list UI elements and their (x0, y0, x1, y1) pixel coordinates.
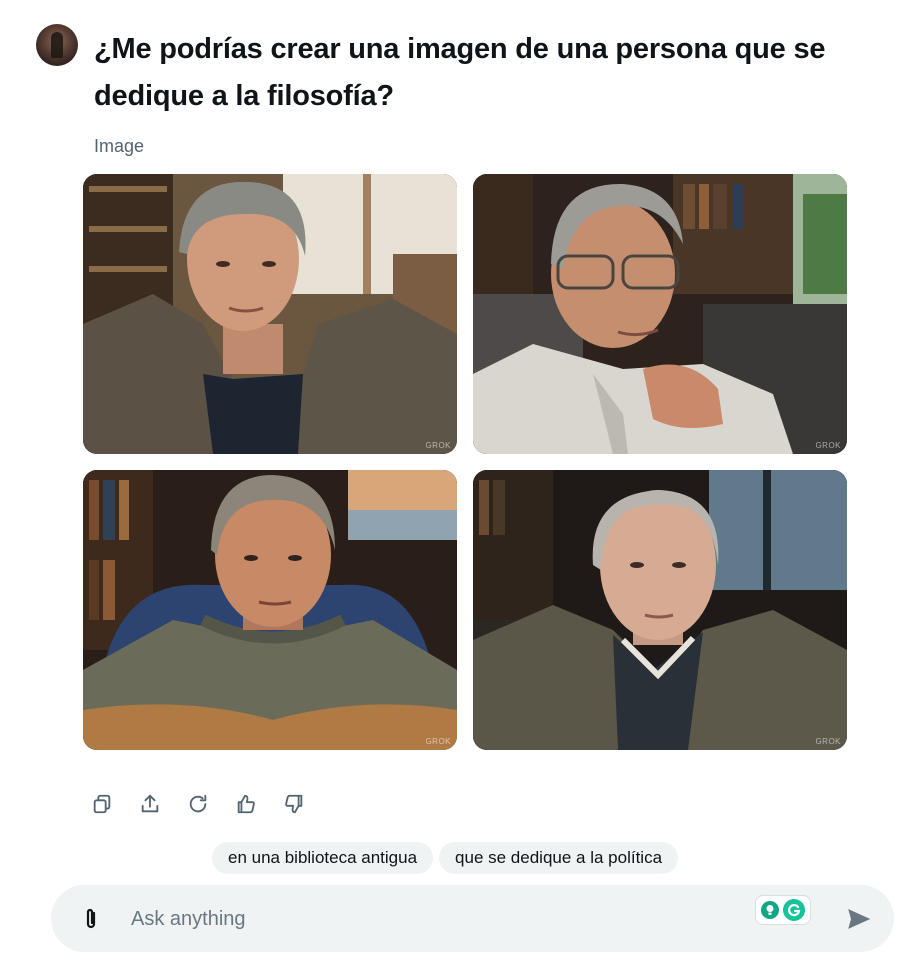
result-type-label: Image (94, 136, 145, 156)
thumbs-up-icon (237, 794, 255, 814)
copy-icon (93, 794, 111, 814)
grok-watermark-2: GROK (815, 441, 841, 450)
message-composer (51, 885, 894, 952)
attach-button[interactable] (79, 905, 103, 933)
user-avatar[interactable] (36, 24, 78, 66)
like-button[interactable] (234, 790, 258, 818)
chat-page: ¿Me podrías crear una imagen de una pers… (0, 0, 914, 964)
generated-image-1[interactable]: GROK (83, 174, 457, 454)
extension-badges[interactable] (755, 895, 811, 925)
image-grid: GROK GROK GROK GROK (83, 174, 847, 750)
paperclip-icon (86, 908, 96, 929)
grammarly-icon[interactable] (783, 899, 805, 921)
dislike-button[interactable] (282, 790, 306, 818)
suggestion-chips: en una biblioteca antigua que se dedique… (212, 842, 679, 874)
user-prompt: ¿Me podrías crear una imagen de una pers… (94, 33, 826, 112)
grok-watermark-1: GROK (425, 441, 451, 450)
suggestion-chip-politica[interactable]: que se dedique a la política (439, 842, 679, 874)
generated-image-4[interactable]: GROK (473, 470, 847, 750)
generated-image-2[interactable]: GROK (473, 174, 847, 454)
grok-watermark-4: GROK (815, 737, 841, 746)
copy-button[interactable] (90, 790, 114, 818)
lightbulb-extension-icon[interactable] (761, 901, 779, 919)
share-button[interactable] (138, 790, 162, 818)
regenerate-button[interactable] (186, 790, 210, 818)
generated-image-3[interactable]: GROK (83, 470, 457, 750)
thumbs-down-icon (285, 794, 303, 814)
send-button[interactable] (845, 905, 873, 933)
grok-watermark-3: GROK (425, 737, 451, 746)
ask-input[interactable] (131, 903, 731, 935)
send-icon (848, 909, 871, 929)
suggestion-chip-biblioteca[interactable]: en una biblioteca antigua (212, 842, 434, 874)
regenerate-icon (189, 794, 207, 813)
share-icon (141, 794, 159, 813)
response-actions (90, 790, 306, 818)
